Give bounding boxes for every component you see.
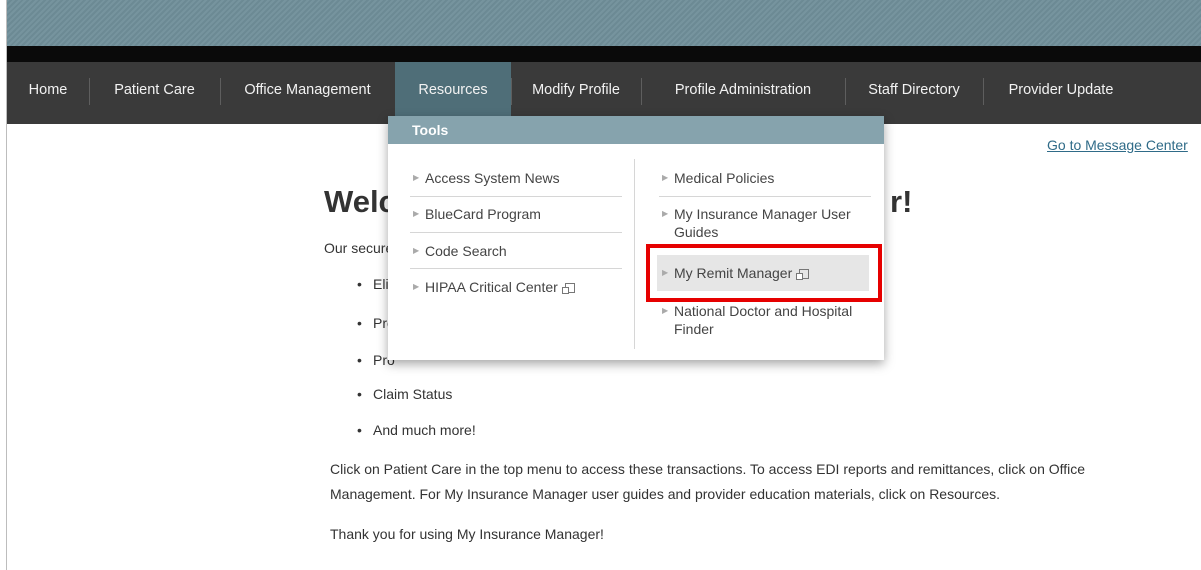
menu-item-label-line-1: National Doctor and Hospital xyxy=(674,303,853,319)
header-banner xyxy=(7,0,1201,46)
nav-patient-care[interactable]: Patient Care xyxy=(89,62,220,124)
top-nav-bar: Home Patient Care Office Management Reso… xyxy=(7,62,1201,124)
menu-item-access-system-news[interactable]: ▶ Access System News xyxy=(413,169,560,187)
menu-divider xyxy=(410,232,622,233)
menu-item-code-search[interactable]: ▶ Code Search xyxy=(413,242,507,260)
menu-item-label: Access System News xyxy=(425,170,560,186)
thank-you-text: Thank you for using My Insurance Manager… xyxy=(330,526,604,542)
menu-divider xyxy=(659,196,871,197)
welcome-heading: Welc r! xyxy=(324,184,912,220)
welcome-heading-end: r! xyxy=(890,184,913,219)
chevron-right-icon: ▶ xyxy=(413,173,420,182)
dropdown-header-tools: Tools xyxy=(388,116,884,144)
nav-home[interactable]: Home xyxy=(7,62,89,124)
external-link-icon xyxy=(561,283,575,294)
nav-staff-directory[interactable]: Staff Directory xyxy=(845,62,983,124)
nav-modify-profile[interactable]: Modify Profile xyxy=(511,62,641,124)
dropdown-column-separator xyxy=(634,159,635,349)
chevron-right-icon: ▶ xyxy=(413,209,420,218)
message-center-link[interactable]: Go to Message Center xyxy=(1047,137,1188,153)
instructions-line-1: Click on Patient Care in the top menu to… xyxy=(330,461,1086,477)
chevron-right-icon: ▶ xyxy=(413,282,420,291)
menu-divider xyxy=(410,196,622,197)
nav-office-management[interactable]: Office Management xyxy=(220,62,395,124)
menu-item-label-line-2: Finder xyxy=(674,321,714,337)
header-divider-bar xyxy=(7,46,1201,62)
intro-text: Our secure xyxy=(324,240,394,256)
menu-item-label: HIPAA Critical Center xyxy=(425,279,558,295)
menu-divider xyxy=(410,268,622,269)
menu-item-label-line-1: My Insurance Manager User xyxy=(674,206,851,222)
welcome-heading-start: Welc xyxy=(324,184,396,219)
menu-item-medical-policies[interactable]: ▶ Medical Policies xyxy=(662,169,775,187)
chevron-right-icon: ▶ xyxy=(662,209,669,218)
menu-item-bluecard-program[interactable]: ▶ BlueCard Program xyxy=(413,205,541,223)
chevron-right-icon: ▶ xyxy=(662,173,669,182)
highlight-annotation-box xyxy=(646,244,882,302)
nav-profile-administration[interactable]: Profile Administration xyxy=(641,62,845,124)
menu-item-label: BlueCard Program xyxy=(425,206,541,222)
instructions-line-2: Management. For My Insurance Manager use… xyxy=(330,486,1000,502)
nav-provider-update[interactable]: Provider Update xyxy=(983,62,1139,124)
bullet-item: Claim Status xyxy=(357,386,452,402)
chevron-right-icon: ▶ xyxy=(413,246,420,255)
menu-item-hipaa-critical-center[interactable]: ▶ HIPAA Critical Center xyxy=(413,278,575,296)
menu-item-label: Code Search xyxy=(425,243,507,259)
menu-item-doctor-hospital-finder[interactable]: ▶ National Doctor and Hospital Finder xyxy=(662,302,874,338)
menu-item-label-line-2: Guides xyxy=(674,224,719,240)
menu-item-label: Medical Policies xyxy=(674,170,775,186)
bullet-item: And much more! xyxy=(357,422,476,438)
menu-item-user-guides[interactable]: ▶ My Insurance Manager User Guides xyxy=(662,205,874,241)
chevron-right-icon: ▶ xyxy=(662,306,669,315)
nav-resources[interactable]: Resources xyxy=(395,62,511,124)
